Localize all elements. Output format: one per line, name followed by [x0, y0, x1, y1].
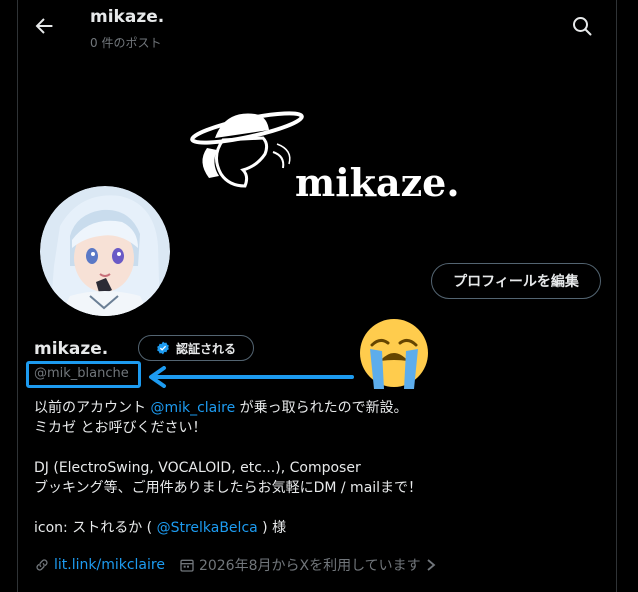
mention-link[interactable]: @StrelkaBelca [157, 520, 258, 536]
mention-link[interactable]: @mik_claire [150, 400, 235, 416]
loudly-crying-face-icon [360, 319, 428, 389]
banner-brand-text: mikaze. [295, 160, 460, 205]
chevron-right-icon [427, 559, 436, 571]
get-verified-label: 認証される [175, 341, 236, 356]
top-bar: mikaze. 0 件のポスト [0, 0, 638, 60]
profile-meta: lit.link/mikclaire 2026年8月からXを利用しています [34, 555, 451, 575]
left-arrow-annotation-icon [149, 366, 354, 388]
bio-line: ミカゼ とお呼びください！ [34, 420, 207, 436]
bio-spacer [34, 438, 604, 458]
page-title: mikaze. [90, 7, 165, 27]
website-link[interactable]: lit.link/mikclaire [54, 557, 165, 573]
bio-line: ブッキング等、ご用件ありましたらお気軽にDM / mailまで！ [34, 480, 423, 496]
link-icon [36, 559, 48, 571]
bio-line: DJ (ElectroSwing, VOCALOID, etc...), Com… [34, 460, 361, 476]
back-arrow-icon[interactable] [32, 14, 56, 38]
get-verified-button[interactable]: 認証される [138, 335, 254, 361]
username-handle: @mik_blanche [34, 366, 129, 381]
profile-bio: 以前のアカウント @mik_claire が乗っ取られたので新設。 ミカゼ とお… [34, 398, 604, 538]
anime-avatar-icon [40, 186, 170, 316]
avatar[interactable] [37, 183, 173, 319]
bio-line: icon: ストれるか ( @StrelkaBelca ) 様 [34, 518, 604, 538]
verified-badge-icon [157, 341, 169, 355]
website-item: lit.link/mikclaire [34, 557, 165, 573]
calendar-icon [180, 559, 194, 572]
joined-item[interactable]: 2026年8月からXを利用しています [179, 555, 437, 575]
bio-line: 以前のアカウント @mik_claire が乗っ取られたので新設。 [34, 398, 604, 418]
bio-spacer [34, 498, 604, 518]
display-name: mikaze. [34, 339, 109, 359]
edit-profile-button[interactable]: プロフィールを編集 [431, 263, 601, 299]
bio-text: 以前のアカウント [34, 400, 151, 416]
bio-text: が乗っ取られたので新設。 [235, 400, 408, 416]
bio-text: ) 様 [257, 520, 287, 536]
post-count: 0 件のポスト [90, 36, 162, 50]
search-icon[interactable] [570, 14, 594, 38]
hat-logo-icon [190, 111, 304, 188]
joined-date: 2026年8月からXを利用しています [198, 558, 421, 574]
bio-text: icon: ストれるか ( [34, 520, 157, 536]
